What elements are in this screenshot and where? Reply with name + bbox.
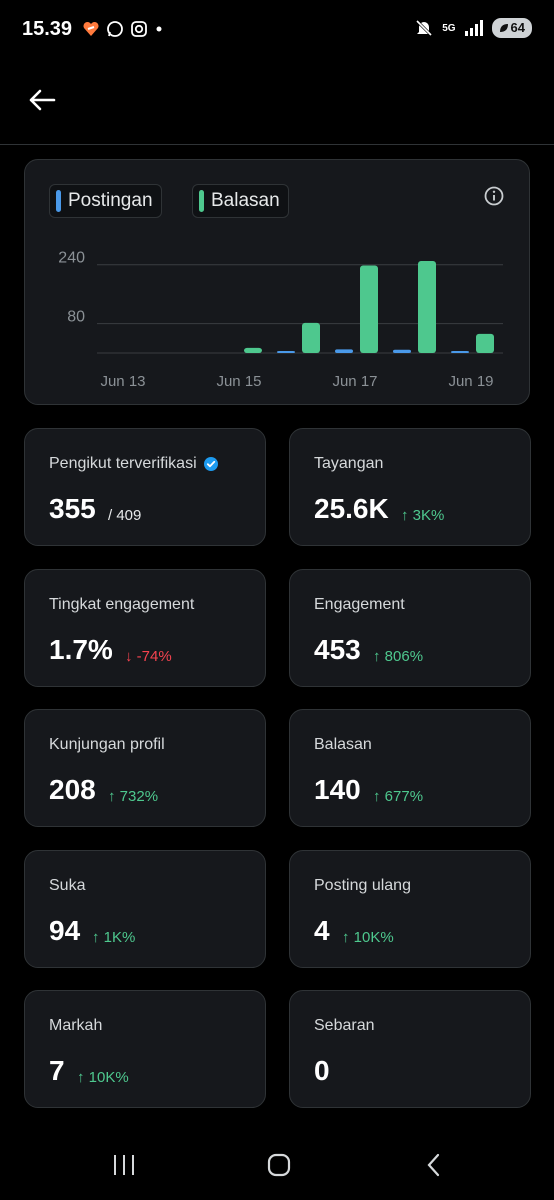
stat-change: ↑ 10K% <box>77 1069 129 1086</box>
stat-label: Posting ulang <box>314 877 411 895</box>
stat-value: 94 <box>49 915 81 946</box>
recents-icon <box>114 1155 134 1175</box>
bar-balasan <box>476 333 494 353</box>
stat-change: ↑ 10K% <box>342 929 394 946</box>
instagram-icon <box>131 21 147 37</box>
stat-label-text: Markah <box>49 1017 103 1034</box>
y-tick-label: 80 <box>67 309 85 326</box>
stat-label: Tingkat engagement <box>49 596 194 614</box>
bar-postingan <box>277 351 295 353</box>
dot-icon <box>156 26 162 32</box>
x-tick-label: Jun 17 <box>332 373 377 390</box>
bar-balasan <box>244 347 262 353</box>
system-nav-bar <box>0 1130 554 1200</box>
stat-card[interactable]: Tayangan 25.6K ↑ 3K% <box>289 428 531 546</box>
stat-value: 453 <box>314 634 361 665</box>
stat-card[interactable]: Tingkat engagement 1.7% ↓ -74% <box>24 569 266 687</box>
stat-card[interactable]: Posting ulang 4 ↑ 10K% <box>289 850 531 968</box>
back-button[interactable] <box>20 78 64 122</box>
verified-badge-icon <box>203 457 218 471</box>
arrow-left-icon <box>29 89 56 111</box>
notification-icons <box>82 20 164 38</box>
stat-value: 4 <box>314 915 330 946</box>
stat-card[interactable]: Balasan 140 ↑ 677% <box>289 709 531 827</box>
stat-label-text: Kunjungan profil <box>49 736 165 753</box>
y-tick-label: 240 <box>58 250 85 267</box>
bar-balasan <box>302 322 320 353</box>
stat-value: 25.6K <box>314 493 389 524</box>
stat-label-text: Tayangan <box>314 455 384 472</box>
app-notification-icon <box>83 21 99 36</box>
mute-icon <box>416 19 433 37</box>
stat-card[interactable]: Markah 7 ↑ 10K% <box>24 990 266 1108</box>
stat-value: 1.7% <box>49 634 113 665</box>
home-button[interactable] <box>259 1148 299 1182</box>
stat-card[interactable]: Pengikut terverifikasi 355 / 409 <box>24 428 266 546</box>
stat-label: Balasan <box>314 736 372 754</box>
back-chevron-icon <box>427 1153 440 1177</box>
x-tick-label: Jun 19 <box>448 373 493 390</box>
x-tick-label: Jun 15 <box>216 373 261 390</box>
bar-postingan <box>451 351 469 353</box>
battery-indicator: 64 <box>491 18 532 38</box>
stat-label: Pengikut terverifikasi <box>49 455 219 473</box>
stat-value: 208 <box>49 774 96 805</box>
stat-label-text: Pengikut terverifikasi <box>49 455 197 472</box>
whatsapp-icon <box>107 21 123 37</box>
bar-balasan <box>418 261 436 353</box>
network-type: 5G <box>442 22 456 34</box>
stat-change: ↑ 3K% <box>401 507 445 524</box>
stat-card[interactable]: Sebaran 0 <box>289 990 531 1108</box>
bar-postingan <box>393 349 411 353</box>
bar-balasan <box>360 265 378 353</box>
stat-change: ↑ 677% <box>373 788 424 805</box>
stat-change: ↑ 732% <box>108 788 159 805</box>
home-icon <box>267 1153 291 1177</box>
stat-label: Tayangan <box>314 455 383 473</box>
stat-label-text: Posting ulang <box>314 877 411 894</box>
battery-level: 64 <box>510 20 525 35</box>
status-bar: 15.39 5G 64 <box>0 0 554 60</box>
stat-label: Engagement <box>314 596 405 614</box>
stat-card[interactable]: Kunjungan profil 208 ↑ 732% <box>24 709 266 827</box>
status-time: 15.39 <box>22 18 73 40</box>
bar-postingan <box>335 349 353 353</box>
stat-card[interactable]: Engagement 453 ↑ 806% <box>289 569 531 687</box>
stat-total: / 409 <box>108 507 142 524</box>
stat-value: 0 <box>314 1055 330 1086</box>
stat-change: ↓ -74% <box>125 648 172 665</box>
stat-label-text: Sebaran <box>314 1017 375 1034</box>
stat-label: Sebaran <box>314 1017 375 1035</box>
system-icons: 5G 64 <box>414 18 532 38</box>
signal-icon <box>464 20 483 36</box>
header <box>0 60 554 145</box>
stat-value: 7 <box>49 1055 65 1086</box>
stat-label-text: Tingkat engagement <box>49 596 195 613</box>
stat-label-text: Suka <box>49 877 86 894</box>
stat-card[interactable]: Suka 94 ↑ 1K% <box>24 850 266 968</box>
x-tick-label: Jun 13 <box>100 373 145 390</box>
stat-change: ↑ 806% <box>373 648 424 665</box>
stat-label-text: Engagement <box>314 596 405 613</box>
stat-change: ↑ 1K% <box>92 929 136 946</box>
recents-button[interactable] <box>104 1148 144 1182</box>
stat-label-text: Balasan <box>314 736 372 753</box>
stat-label: Markah <box>49 1017 102 1035</box>
stat-value: 355 <box>49 493 96 524</box>
stat-label: Kunjungan profil <box>49 736 165 754</box>
nav-back-button[interactable] <box>414 1148 454 1182</box>
activity-chart-card: Postingan Balasan 80 240 Jun 13 Jun 15 Jun 1… <box>24 159 530 405</box>
activity-chart: 80 240 Jun 13 Jun 15 Jun 17 Jun 19 <box>58 250 503 390</box>
stat-label: Suka <box>49 877 85 895</box>
battery-saver-icon <box>499 24 508 32</box>
stat-value: 140 <box>314 774 361 805</box>
